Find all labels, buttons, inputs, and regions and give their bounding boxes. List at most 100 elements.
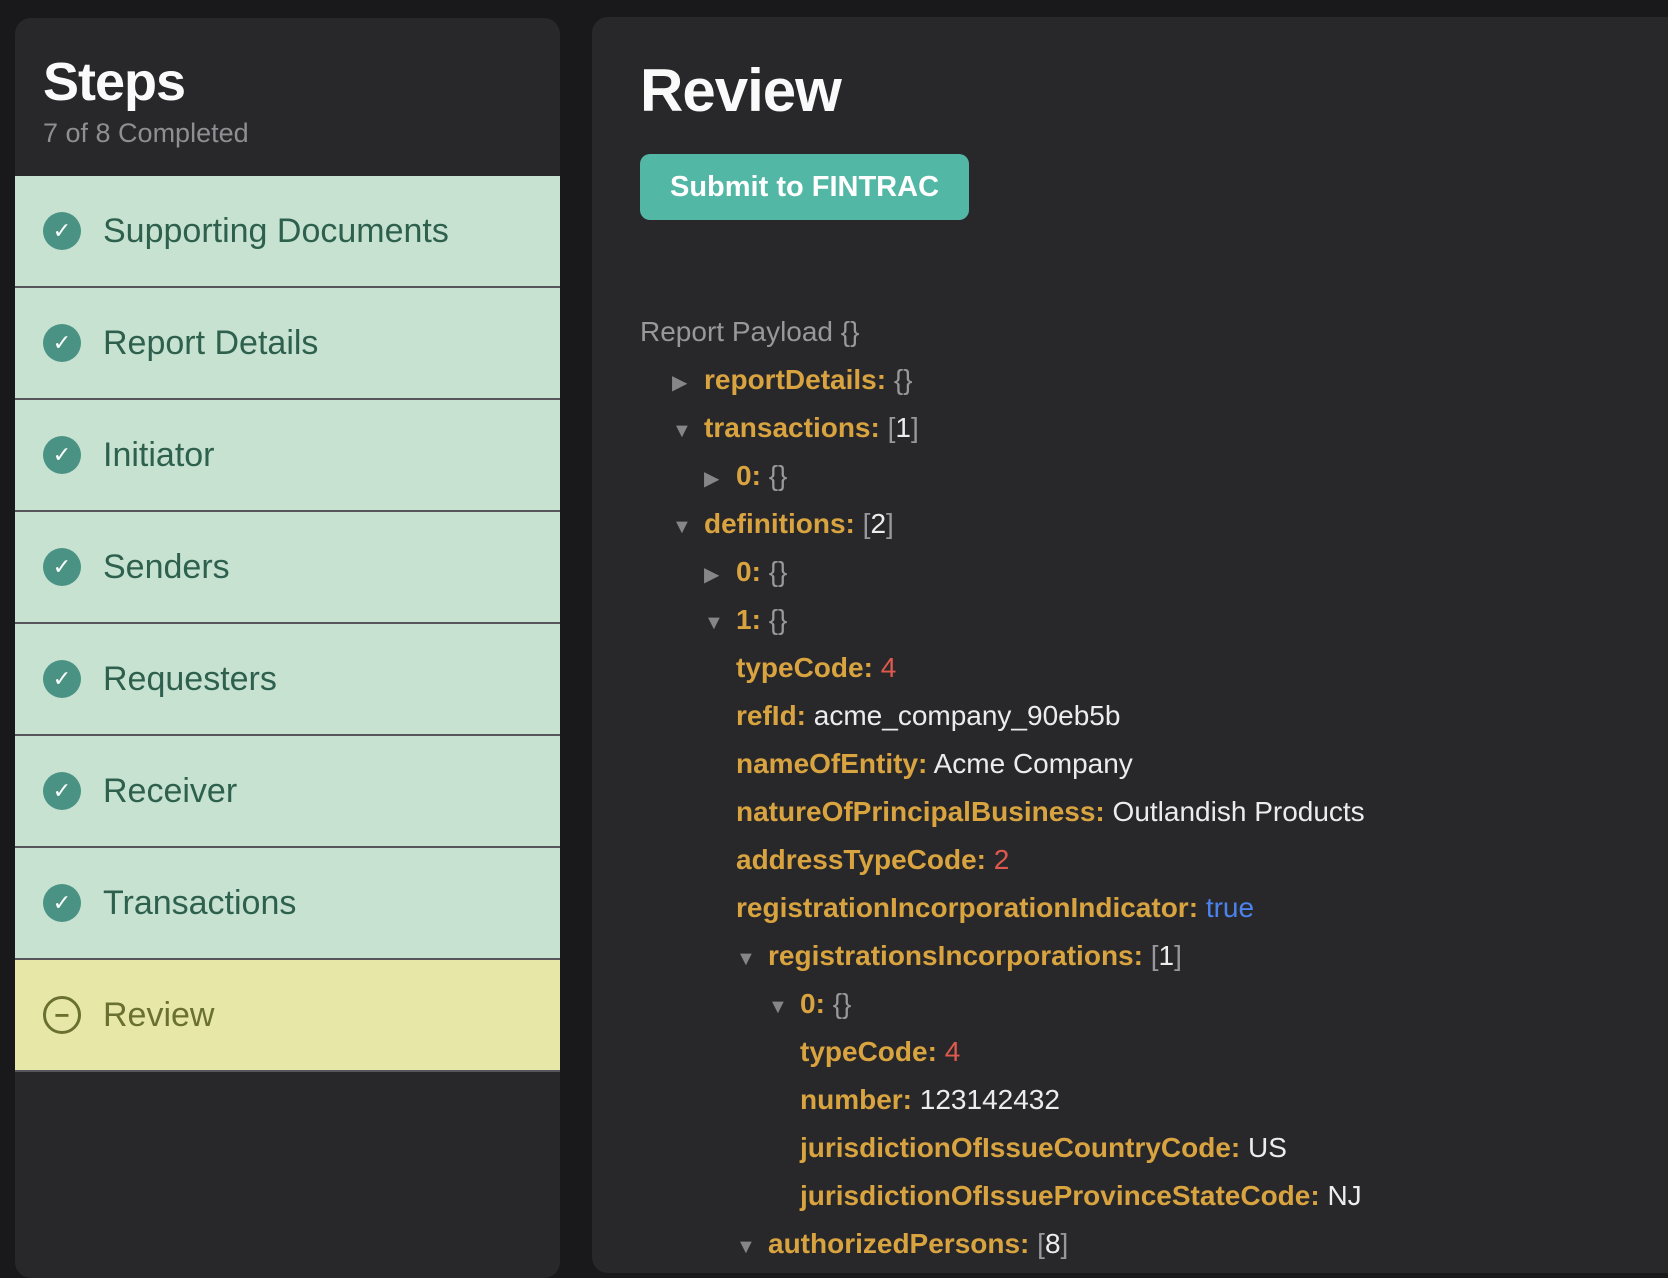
- json-key: registrationIncorporationIndicator:: [736, 892, 1198, 923]
- json-value: 123142432: [920, 1084, 1060, 1115]
- json-value: 4: [881, 652, 897, 683]
- step-item-requesters[interactable]: ✓ Requesters: [15, 624, 560, 736]
- json-row-typeCode: typeCode: 4: [640, 644, 1668, 692]
- check-icon: ✓: [43, 884, 81, 922]
- json-value: Outlandish Products: [1113, 796, 1365, 827]
- step-item-senders[interactable]: ✓Senders: [15, 512, 560, 624]
- step-item-transactions[interactable]: ✓ Transactions: [15, 848, 560, 960]
- braces-glyph: {}: [841, 316, 860, 347]
- check-icon: ✓: [43, 436, 81, 474]
- bracket-glyph: ]: [1061, 1228, 1069, 1259]
- json-row-registrationIncorporationIndicator: registrationIncorporationIndicator: true: [640, 884, 1668, 932]
- step-label: Supporting Documents: [103, 212, 449, 251]
- json-root-label: Report Payload: [640, 316, 833, 347]
- json-row-1: ▼1: {}: [640, 596, 1668, 644]
- json-value: true: [1206, 892, 1254, 923]
- json-row-jurisdictionOfIssueProvinceStateCode: jurisdictionOfIssueProvinceStateCode: NJ: [640, 1172, 1668, 1220]
- step-label: Report Details: [103, 324, 318, 363]
- json-value: acme_company_90eb5b: [814, 700, 1121, 731]
- page-title: Review: [640, 57, 1668, 124]
- step-label: Senders: [103, 548, 230, 587]
- check-icon: ✓: [43, 660, 81, 698]
- json-rows: ▶reportDetails: {}▼transactions: [1]▶0: …: [640, 356, 1668, 1268]
- step-item-receiver[interactable]: ✓ Receiver: [15, 736, 560, 848]
- json-key: authorizedPersons:: [768, 1228, 1029, 1259]
- json-row-definitions: ▼definitions: [2]: [640, 500, 1668, 548]
- bracket-glyph: [: [1037, 1228, 1045, 1259]
- step-label: Requesters: [103, 660, 277, 699]
- step-item-initiator[interactable]: ✓ Initiator: [15, 400, 560, 512]
- braces-glyph: {}: [894, 364, 913, 395]
- json-row-0: ▶0: {}: [640, 452, 1668, 500]
- collapsed-arrow-icon[interactable]: ▶: [704, 455, 736, 503]
- step-label: Transactions: [103, 884, 296, 923]
- step-label: Receiver: [103, 772, 237, 811]
- json-value: Acme Company: [934, 748, 1133, 779]
- step-label: Initiator: [103, 436, 215, 475]
- expanded-arrow-icon[interactable]: ▼: [672, 503, 704, 551]
- check-icon: ✓: [43, 324, 81, 362]
- step-label: Review: [103, 996, 214, 1035]
- bracket-glyph: ]: [911, 412, 919, 443]
- steps-header: Steps 7 of 8 Completed: [15, 18, 560, 176]
- step-item-review[interactable]: −Review: [15, 960, 560, 1072]
- expanded-arrow-icon[interactable]: ▼: [736, 1223, 768, 1271]
- json-key: typeCode:: [800, 1036, 937, 1067]
- json-row-refId: refId: acme_company_90eb5b: [640, 692, 1668, 740]
- step-item-supporting-documents[interactable]: ✓ Supporting Documents: [15, 176, 560, 288]
- json-array-count: 1: [1159, 940, 1175, 971]
- json-array-count: 1: [895, 412, 911, 443]
- json-key: nameOfEntity:: [736, 748, 927, 779]
- json-value: 2: [994, 844, 1010, 875]
- json-row-number: number: 123142432: [640, 1076, 1668, 1124]
- braces-glyph: {}: [769, 604, 788, 635]
- json-key: refId:: [736, 700, 806, 731]
- json-row-reportDetails: ▶reportDetails: {}: [640, 356, 1668, 404]
- json-key: jurisdictionOfIssueCountryCode:: [800, 1132, 1240, 1163]
- bracket-glyph: ]: [1174, 940, 1182, 971]
- submit-to-fintrac-button[interactable]: Submit to FINTRAC: [640, 154, 969, 220]
- json-array-count: 2: [870, 508, 886, 539]
- expanded-arrow-icon[interactable]: ▼: [704, 599, 736, 647]
- collapsed-arrow-icon[interactable]: ▶: [704, 551, 736, 599]
- steps-progress: 7 of 8 Completed: [43, 118, 532, 149]
- json-key: transactions:: [704, 412, 880, 443]
- expanded-arrow-icon[interactable]: ▼: [736, 935, 768, 983]
- json-key: addressTypeCode:: [736, 844, 986, 875]
- json-key: 0:: [736, 556, 761, 587]
- braces-glyph: {}: [769, 556, 788, 587]
- json-key: definitions:: [704, 508, 855, 539]
- check-icon: ✓: [43, 772, 81, 810]
- json-value: NJ: [1327, 1180, 1361, 1211]
- steps-panel: Steps 7 of 8 Completed ✓ Supporting Docum…: [15, 18, 560, 1278]
- step-item-report-details[interactable]: ✓ Report Details: [15, 288, 560, 400]
- expanded-arrow-icon[interactable]: ▼: [768, 983, 800, 1031]
- check-icon: ✓: [43, 212, 81, 250]
- json-key: typeCode:: [736, 652, 873, 683]
- braces-glyph: {}: [769, 460, 788, 491]
- review-panel: Review Submit to FINTRAC Report Payload …: [592, 17, 1668, 1273]
- bracket-glyph: ]: [886, 508, 894, 539]
- json-row-natureOfPrincipalBusiness: natureOfPrincipalBusiness: Outlandish Pr…: [640, 788, 1668, 836]
- expanded-arrow-icon[interactable]: ▼: [672, 407, 704, 455]
- json-key: number:: [800, 1084, 912, 1115]
- steps-list: ✓ Supporting Documents ✓ Report Details ✓ Ini…: [15, 176, 560, 1072]
- json-key: jurisdictionOfIssueProvinceStateCode:: [800, 1180, 1320, 1211]
- json-key: 0:: [800, 988, 825, 1019]
- collapsed-arrow-icon[interactable]: ▶: [672, 359, 704, 407]
- json-key: registrationsIncorporations:: [768, 940, 1143, 971]
- json-key: 1:: [736, 604, 761, 635]
- json-value: US: [1248, 1132, 1287, 1163]
- braces-glyph: {}: [833, 988, 852, 1019]
- json-array-count: 8: [1045, 1228, 1061, 1259]
- json-key: reportDetails:: [704, 364, 886, 395]
- bracket-glyph: [: [1151, 940, 1159, 971]
- json-row-transactions: ▼transactions: [1]: [640, 404, 1668, 452]
- json-row-jurisdictionOfIssueCountryCode: jurisdictionOfIssueCountryCode: US: [640, 1124, 1668, 1172]
- json-value: 4: [945, 1036, 961, 1067]
- json-row-typeCode: typeCode: 4: [640, 1028, 1668, 1076]
- json-key: 0:: [736, 460, 761, 491]
- json-row-nameOfEntity: nameOfEntity: Acme Company: [640, 740, 1668, 788]
- json-row-authorizedPersons: ▼authorizedPersons: [8]: [640, 1220, 1668, 1268]
- json-row-0: ▼0: {}: [640, 980, 1668, 1028]
